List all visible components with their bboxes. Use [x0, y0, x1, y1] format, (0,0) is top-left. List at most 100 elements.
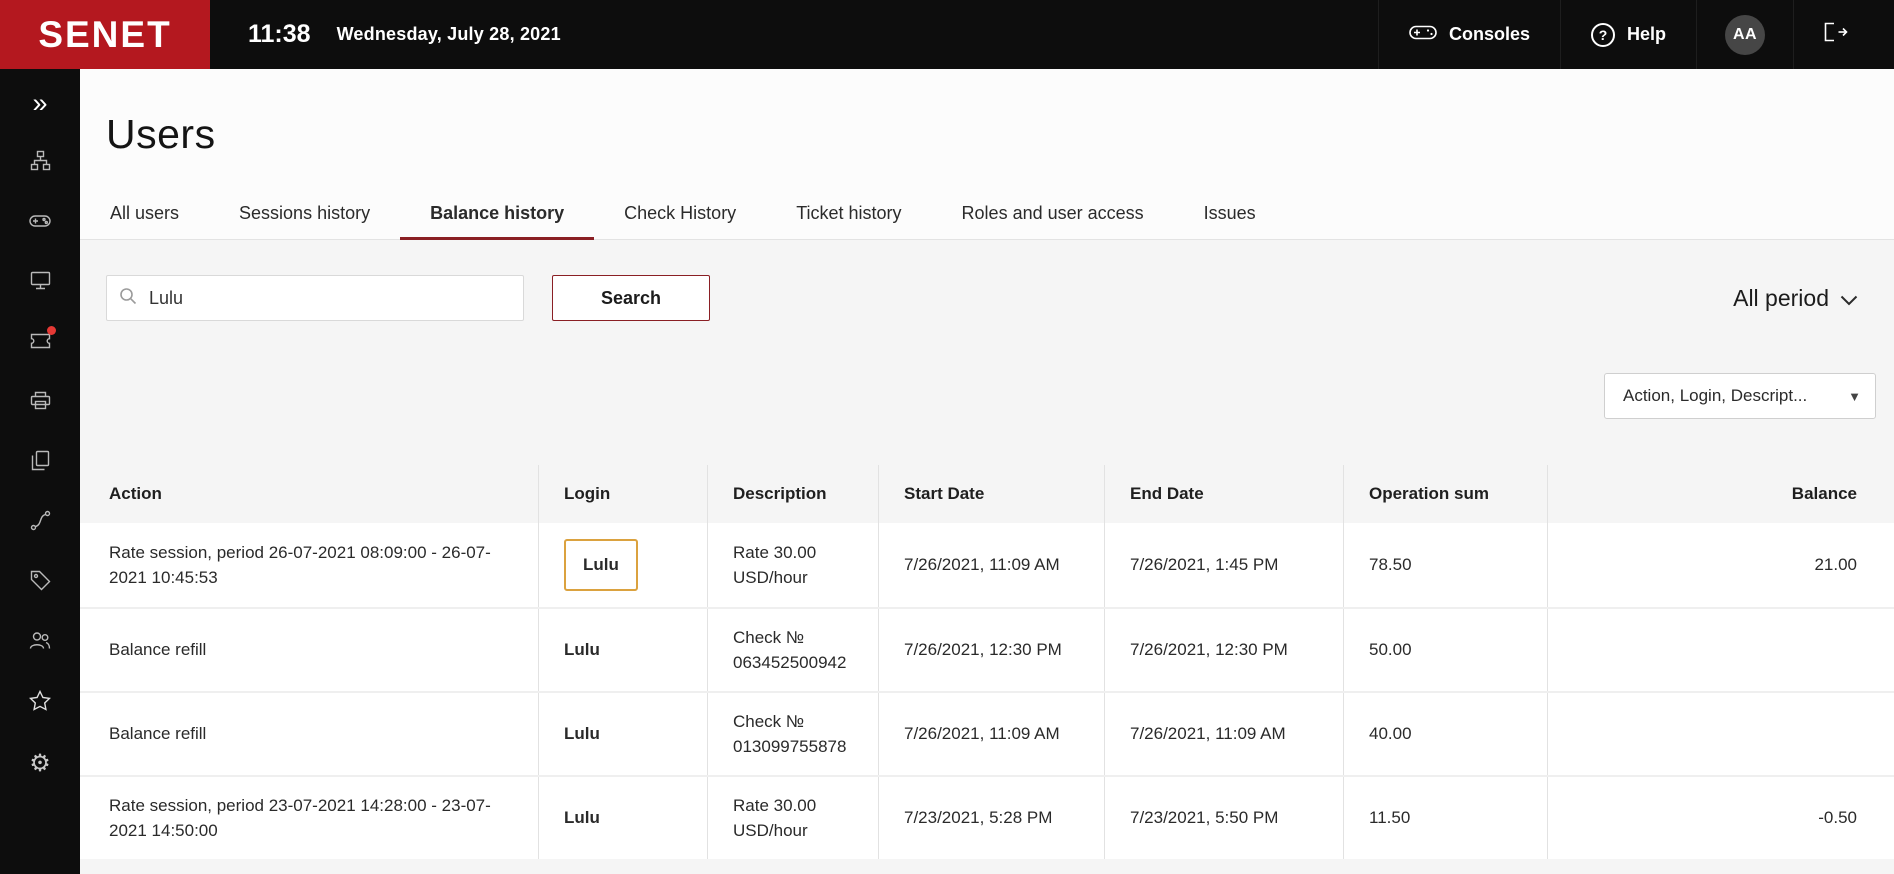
sidebar-item-settings[interactable]: ⚙	[0, 733, 80, 793]
login-value[interactable]: Lulu	[564, 539, 638, 591]
tabs: All users Sessions history Balance history…	[80, 186, 1894, 240]
cell-end: 7/26/2021, 1:45 PM	[1104, 523, 1343, 607]
sidebar-item-printing[interactable]	[0, 373, 80, 433]
cell-description: Rate 30.00 USD/hour	[707, 777, 878, 859]
sidebar-expand-button[interactable]: »	[0, 73, 80, 133]
gamepad-icon	[1409, 23, 1437, 46]
printer-icon	[30, 391, 51, 415]
cell-start: 7/23/2021, 5:28 PM	[878, 777, 1104, 859]
help-button[interactable]: ? Help	[1559, 0, 1696, 69]
star-icon	[28, 689, 52, 716]
tab-sessions-history[interactable]: Sessions history	[209, 186, 400, 239]
balance-history-table: Action Login Description Start Date End Date…	[80, 465, 1894, 859]
price-tag-icon	[30, 570, 51, 596]
cell-start: 7/26/2021, 11:09 AM	[878, 523, 1104, 607]
double-chevron-right-icon: »	[32, 87, 48, 118]
tab-check-history[interactable]: Check History	[594, 186, 766, 239]
cell-sum: 40.00	[1343, 693, 1547, 775]
sidebar: » ⚙	[0, 69, 80, 874]
cell-description: Check № 063452500942	[707, 609, 878, 691]
consoles-label: Consoles	[1448, 24, 1530, 44]
current-date: Wednesday, July 28, 2021	[336, 24, 561, 44]
sidebar-item-computers[interactable]	[0, 253, 80, 313]
question-mark-icon: ?	[1590, 22, 1615, 47]
monitor-icon	[30, 271, 51, 295]
clock: 11:38	[248, 20, 311, 48]
sidebar-item-bookings[interactable]	[0, 193, 80, 253]
senet-logo[interactable]: SENET	[0, 0, 210, 69]
login-value: Lulu	[564, 808, 600, 828]
ticket-icon	[30, 333, 51, 354]
table-row: Balance refill Lulu Check № 013099755878 7/…	[80, 691, 1894, 775]
column-header-start-date: Start Date	[878, 465, 1104, 523]
sidebar-item-statistics[interactable]	[0, 493, 80, 553]
structure-icon	[30, 150, 51, 176]
table-row: Rate session, period 23-07-2021 14:28:00…	[80, 775, 1894, 859]
cell-balance: 21.00	[1547, 523, 1894, 607]
main-content: Users All users Sessions history Balance h…	[80, 69, 1894, 874]
cell-sum: 50.00	[1343, 609, 1547, 691]
search-icon	[119, 287, 137, 310]
login-value: Lulu	[564, 724, 600, 744]
cell-login: Lulu	[538, 777, 707, 859]
top-bar: SENET 11:38 Wednesday, July 28, 2021 Con…	[0, 0, 1894, 69]
column-header-operation-sum: Operation sum	[1343, 465, 1547, 523]
tab-issues[interactable]: Issues	[1174, 186, 1286, 239]
cell-sum: 78.50	[1343, 523, 1547, 607]
chevron-down-icon	[1840, 285, 1858, 312]
columns-filter-value: Action, Login, Descript...	[1623, 386, 1808, 405]
column-header-balance: Balance	[1547, 465, 1894, 523]
page-title: Users	[106, 111, 216, 157]
cell-login: Lulu	[538, 523, 707, 607]
column-header-action: Action	[109, 484, 162, 504]
period-selector[interactable]: All period	[1733, 275, 1858, 321]
search-input[interactable]	[147, 286, 511, 310]
sidebar-item-structure[interactable]	[0, 133, 80, 193]
sidebar-item-users[interactable]	[0, 613, 80, 673]
column-header-description: Description	[707, 465, 878, 523]
cell-action: Rate session, period 23-07-2021 14:28:00…	[109, 795, 491, 841]
cell-end: 7/23/2021, 5:50 PM	[1104, 777, 1343, 859]
search-input-wrapper	[106, 275, 524, 321]
sidebar-item-documents[interactable]	[0, 433, 80, 493]
cell-sum: 11.50	[1343, 777, 1547, 859]
period-label: All period	[1733, 284, 1829, 311]
cell-description: Check № 013099755878	[707, 693, 878, 775]
search-button[interactable]: Search	[552, 275, 710, 321]
tab-balance-history[interactable]: Balance history	[400, 186, 595, 240]
avatar-wrapper: AA	[1696, 0, 1793, 69]
column-header-login: Login	[538, 465, 707, 523]
search-section: Search All period	[80, 240, 1894, 321]
sidebar-item-tariffs[interactable]	[0, 553, 80, 613]
help-label: Help	[1626, 24, 1666, 44]
login-value: Lulu	[564, 640, 600, 660]
tab-roles-and-user-access[interactable]: Roles and user access	[932, 186, 1174, 239]
table-row: Balance refill Lulu Check № 063452500942 7/…	[80, 607, 1894, 691]
route-icon	[30, 510, 51, 536]
gamepad-icon	[29, 212, 51, 235]
tab-all-users[interactable]: All users	[80, 186, 209, 239]
column-header-end-date: End Date	[1104, 465, 1343, 523]
cell-action: Balance refill	[109, 724, 207, 744]
notification-dot	[47, 326, 56, 335]
copy-icon	[31, 450, 50, 476]
cell-balance: -0.50	[1547, 777, 1894, 859]
sidebar-item-favorites[interactable]	[0, 673, 80, 733]
page-header-section: Users All users Sessions history Balance h…	[80, 69, 1894, 240]
cell-start: 7/26/2021, 11:09 AM	[878, 693, 1104, 775]
cell-login: Lulu	[538, 609, 707, 691]
cell-balance	[1547, 609, 1894, 691]
cell-action: Balance refill	[109, 640, 207, 660]
columns-filter-dropdown[interactable]: Action, Login, Descript... ▼	[1604, 373, 1876, 419]
cell-end: 7/26/2021, 11:09 AM	[1104, 693, 1343, 775]
sidebar-item-tickets[interactable]	[0, 313, 80, 373]
tab-ticket-history[interactable]: Ticket history	[766, 186, 931, 239]
consoles-button[interactable]: Consoles	[1377, 0, 1560, 69]
caret-down-icon: ▼	[1848, 388, 1861, 404]
avatar[interactable]: AA	[1725, 14, 1765, 55]
logout-button[interactable]	[1793, 0, 1878, 69]
table-row: Rate session, period 26-07-2021 08:09:00…	[80, 523, 1894, 607]
cell-login: Lulu	[538, 693, 707, 775]
table-body: Rate session, period 26-07-2021 08:09:00…	[80, 523, 1894, 859]
columns-filter-section: Action, Login, Descript... ▼	[80, 373, 1876, 419]
